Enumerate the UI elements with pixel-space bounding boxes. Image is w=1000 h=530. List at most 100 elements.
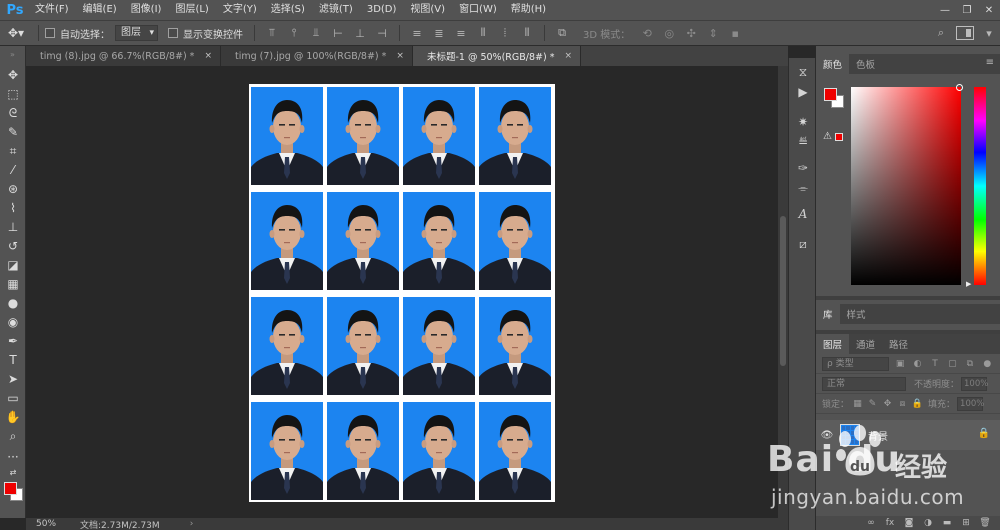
tab-channels[interactable]: 通道 [849, 334, 882, 354]
fill-input[interactable]: 100% [957, 396, 984, 411]
lock-position-icon[interactable]: ✥ [881, 397, 894, 411]
tab-libraries[interactable]: 库 [816, 304, 840, 324]
lock-all-icon[interactable]: 🔒 [911, 397, 924, 411]
3d-drag-icon[interactable]: ✣ [682, 24, 700, 42]
workspace-icon[interactable] [956, 26, 974, 40]
distribute-top-icon[interactable]: ≡ [408, 24, 426, 42]
layer-name[interactable]: 背景 [868, 428, 888, 443]
distribute-hcenter-icon[interactable]: ⦙ [496, 24, 514, 42]
properties-panel-icon[interactable]: ✷ [789, 112, 817, 132]
dodge-tool-icon[interactable]: ◉ [0, 313, 26, 331]
3d-rotate-icon[interactable]: ⟲ [638, 24, 656, 42]
saturation-brightness-field[interactable] [851, 87, 961, 285]
document-canvas[interactable] [249, 84, 555, 502]
menu-window[interactable]: 窗口(W) [452, 0, 504, 20]
menu-layer[interactable]: 图层(L) [168, 0, 215, 20]
3d-scale-icon[interactable]: ▪ [726, 24, 744, 42]
filter-pixel-icon[interactable]: ▣ [893, 357, 906, 371]
brushes-panel-icon[interactable]: ⌯ [789, 178, 817, 198]
move-tool-icon[interactable]: ✥ [0, 66, 26, 84]
healing-brush-tool-icon[interactable]: ⊛ [0, 180, 26, 198]
delete-layer-icon[interactable]: 🗑 [978, 518, 992, 528]
marquee-tool-icon[interactable]: ⬚ [0, 85, 26, 103]
align-left-icon[interactable]: ⊢ [329, 24, 347, 42]
foreground-color-swatch[interactable] [4, 482, 17, 495]
blend-mode-select[interactable]: 正常 [822, 376, 906, 391]
filter-adjustment-icon[interactable]: ◐ [911, 357, 924, 371]
minimize-button[interactable]: — [934, 0, 956, 20]
path-select-tool-icon[interactable]: ➤ [0, 370, 26, 388]
menu-select[interactable]: 选择(S) [264, 0, 312, 20]
hue-slider[interactable] [974, 87, 986, 285]
quick-select-tool-icon[interactable]: ✎ [0, 123, 26, 141]
auto-select-dropdown[interactable]: 图层 [115, 25, 158, 41]
color-panel-foreground-swatch[interactable] [824, 88, 837, 101]
zoom-level[interactable]: 50% [26, 519, 60, 529]
rectangle-tool-icon[interactable]: ▭ [0, 389, 26, 407]
lasso-tool-icon[interactable]: ᘓ [0, 104, 26, 122]
distribute-left-icon[interactable]: ⦀ [474, 24, 492, 42]
canvas-area[interactable] [26, 66, 788, 518]
paragraph-panel-icon[interactable]: ⧄ [789, 234, 817, 254]
crop-tool-icon[interactable]: ⌗ [0, 142, 26, 160]
opacity-input[interactable]: 100% [961, 376, 988, 391]
filter-type-icon[interactable]: T [928, 357, 941, 371]
lock-image-icon[interactable]: ✎ [866, 397, 879, 411]
menu-type[interactable]: 文字(Y) [216, 0, 264, 20]
filter-smart-object-icon[interactable]: ⧉ [963, 357, 976, 371]
distribute-right-icon[interactable]: ⦀ [518, 24, 536, 42]
tab-paths[interactable]: 路径 [882, 334, 915, 354]
restore-button[interactable]: ❐ [956, 0, 978, 20]
move-tool-preset-icon[interactable]: ✥▾ [0, 21, 32, 45]
align-vcenter-icon[interactable]: ⫯ [285, 24, 303, 42]
hand-tool-icon[interactable]: ✋ [0, 408, 26, 426]
layer-mask-icon[interactable]: ◙ [902, 518, 916, 528]
3d-slide-icon[interactable]: ⇕ [704, 24, 722, 42]
toolbar-collapse-icon[interactable]: » [0, 46, 25, 64]
edit-toolbar-icon[interactable]: ··· [0, 448, 26, 466]
auto-align-icon[interactable]: ⧉ [553, 24, 571, 42]
history-brush-tool-icon[interactable]: ↺ [0, 237, 26, 255]
brush-tool-icon[interactable]: ⌇ [0, 199, 26, 217]
align-hcenter-icon[interactable]: ⊥ [351, 24, 369, 42]
align-top-icon[interactable]: ⫪ [263, 24, 281, 42]
lock-transparent-icon[interactable]: ▦ [851, 397, 864, 411]
adjustment-layer-icon[interactable]: ◑ [921, 518, 935, 528]
pen-tool-icon[interactable]: ✒ [0, 332, 26, 350]
link-layers-icon[interactable]: ∞ [864, 518, 878, 528]
menu-file[interactable]: 文件(F) [28, 0, 76, 20]
new-layer-icon[interactable]: ⊞ [959, 518, 973, 528]
visibility-eye-icon[interactable]: 👁 [816, 430, 838, 441]
actions-panel-icon[interactable]: ▶ [789, 82, 817, 102]
type-tool-icon[interactable]: T [0, 351, 26, 369]
adjustments-panel-icon[interactable]: ≝ [789, 132, 817, 152]
gamut-warning-swatch[interactable] [835, 133, 843, 141]
search-icon[interactable]: ⌕ [932, 24, 950, 42]
vertical-scrollbar[interactable] [778, 66, 788, 518]
color-picker-marker[interactable] [956, 84, 963, 91]
brush-settings-icon[interactable]: ✑ [789, 158, 817, 178]
history-panel-icon[interactable]: ⧖ [789, 62, 817, 82]
align-right-icon[interactable]: ⊣ [373, 24, 391, 42]
eraser-tool-icon[interactable]: ◪ [0, 256, 26, 274]
zoom-tool-icon[interactable]: ⌕ [0, 427, 26, 445]
close-icon[interactable]: × [396, 51, 404, 61]
show-transform-checkbox[interactable] [168, 28, 178, 38]
menu-view[interactable]: 视图(V) [403, 0, 452, 20]
filter-shape-icon[interactable]: ▢ [946, 357, 959, 371]
align-bottom-icon[interactable]: ⫫ [307, 24, 325, 42]
status-menu-arrow-icon[interactable]: › [190, 519, 194, 529]
hue-slider-handle-icon[interactable]: ▶ [966, 280, 971, 288]
close-icon[interactable]: × [204, 51, 212, 61]
menu-filter[interactable]: 滤镜(T) [312, 0, 360, 20]
layer-row-background[interactable]: 👁 背景 🔒 [816, 420, 1000, 450]
auto-select-checkbox[interactable] [45, 28, 55, 38]
gradient-tool-icon[interactable]: ▦ [0, 275, 26, 293]
swap-colors-icon[interactable]: ⇄ [0, 466, 26, 478]
eyedropper-tool-icon[interactable]: ⁄ [0, 161, 26, 179]
new-group-icon[interactable]: ▬ [940, 518, 954, 528]
distribute-vcenter-icon[interactable]: ≣ [430, 24, 448, 42]
character-panel-icon[interactable]: A [789, 204, 817, 224]
tab-timg-7[interactable]: timg (7).jpg @ 100%(RGB/8#) * × [220, 46, 413, 66]
tab-untitled-1[interactable]: 未标题-1 @ 50%(RGB/8#) * × [412, 46, 581, 66]
